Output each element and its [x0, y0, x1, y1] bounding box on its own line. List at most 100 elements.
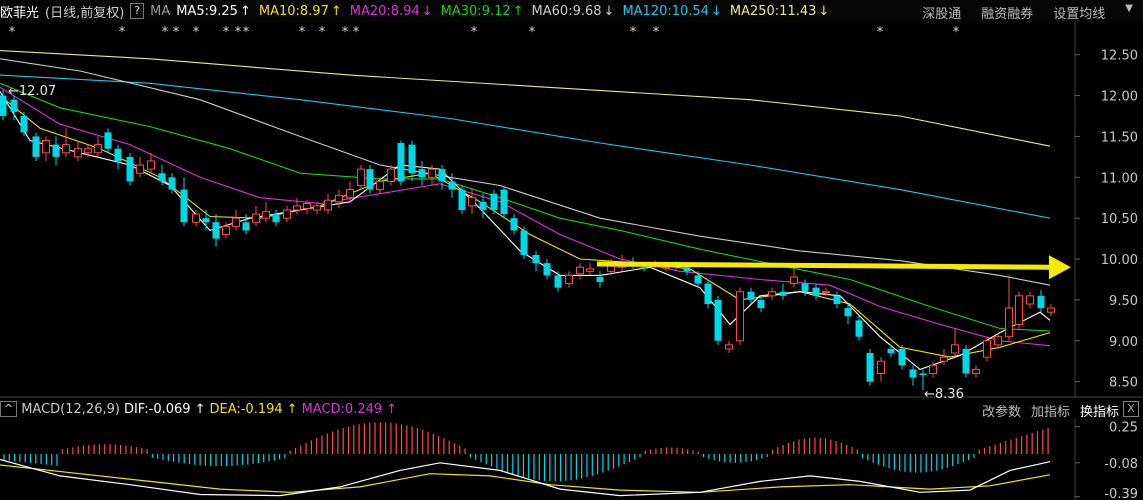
candle-body: [242, 222, 250, 231]
ma-line-3: [0, 82, 1051, 332]
candle-body: [866, 353, 874, 382]
candle-body: [822, 291, 830, 294]
candle: [126, 152, 134, 186]
y-tick-label: 11.50: [1101, 130, 1138, 145]
stock-name[interactable]: 欧菲光: [0, 2, 39, 21]
candle-body: [283, 209, 291, 219]
macd-value: MACD:0.249: [301, 401, 383, 417]
macd-header: ^ MACD(12,26,9) DIF:-0.069 ↑ DEA:-0.194 …: [0, 399, 1143, 419]
candle: [212, 214, 220, 247]
macd-name[interactable]: MACD(12,26,9): [21, 402, 120, 417]
candle: [397, 140, 405, 186]
tab-margin[interactable]: 融资融券: [981, 3, 1033, 22]
candle-body: [479, 201, 487, 210]
candle: [866, 348, 874, 386]
candle: [262, 201, 270, 223]
candle: [779, 283, 787, 300]
event-marker: *: [319, 25, 326, 40]
candle: [500, 185, 508, 219]
tab-set-ma[interactable]: 设置均线: [1053, 3, 1105, 22]
candle-body: [714, 299, 722, 341]
candle: [532, 250, 540, 272]
candle: [812, 283, 820, 300]
candle-body: [929, 364, 937, 374]
macd-chart[interactable]: 0.25 -0.08 -0.39: [0, 419, 1143, 500]
candle: [940, 348, 948, 366]
candle: [324, 193, 332, 215]
candle-body: [801, 283, 809, 292]
candlestick-chart[interactable]: 8.50 9.00 9.50 10.00 10.50 11.00 11.50 12.00 12.…: [0, 22, 1143, 398]
candle: [376, 177, 384, 194]
candle-body: [565, 274, 573, 285]
tab-hk-connect[interactable]: 深股通: [922, 3, 961, 22]
candle: [887, 344, 895, 358]
candle-body: [1005, 307, 1013, 338]
event-marker: *: [877, 25, 884, 40]
candle: [833, 291, 841, 309]
ma-value-0: MA5:9.25: [176, 3, 238, 19]
candle-body: [10, 99, 18, 112]
change-indicator-button[interactable]: 换指标: [1080, 401, 1119, 420]
candle: [458, 185, 466, 215]
close-icon[interactable]: X: [1123, 401, 1139, 417]
candle-body: [346, 189, 354, 199]
ma-label[interactable]: MA: [150, 4, 170, 19]
candle-body: [683, 267, 691, 272]
candle-body: [136, 164, 144, 174]
candle: [962, 344, 970, 378]
candle-body: [554, 275, 562, 288]
candle-body: [855, 320, 863, 337]
y-tick-label: 9.50: [1109, 294, 1138, 309]
y-tick-label: 12.00: [1101, 90, 1138, 105]
candle-body: [94, 144, 102, 154]
chart-header: 欧菲光 (日线,前复权) ? MA MA5:9.25 ↑ MA10:8.97 ↑ MA2…: [0, 0, 1143, 22]
modify-params-button[interactable]: 改参数: [982, 401, 1021, 420]
candle-body: [428, 168, 436, 178]
candle-body: [983, 340, 991, 358]
ma-arrow-icon-1: ↑: [330, 3, 342, 19]
candle: [1005, 275, 1013, 341]
y-tick-label: 9.00: [1109, 335, 1138, 350]
candle-body: [272, 214, 280, 223]
dea-arrow-icon: ↑: [286, 401, 298, 417]
candle: [757, 295, 765, 313]
candle-body: [357, 168, 365, 186]
candle-body: [42, 140, 50, 154]
ma-line-4: [0, 86, 1051, 347]
candle: [704, 279, 712, 309]
candle-body: [158, 173, 166, 182]
y-tick-label: 10.00: [1101, 253, 1138, 268]
macd-toggle-button[interactable]: ^: [0, 401, 18, 417]
chevron-down-icon[interactable]: ▼: [1125, 3, 1133, 22]
dif-value: DIF:-0.069: [123, 401, 191, 417]
candle: [576, 263, 584, 280]
candle-body: [919, 373, 927, 376]
candle-body: [366, 169, 374, 190]
macd-tick-label: -0.08: [1104, 457, 1138, 472]
ma-line-0: [0, 50, 1051, 147]
candle: [909, 365, 917, 386]
event-marker: *: [223, 25, 230, 40]
candle: [32, 132, 40, 161]
candle-body: [202, 218, 210, 223]
add-indicator-button[interactable]: 加指标: [1031, 401, 1070, 420]
candle-body: [694, 275, 702, 284]
candle-body: [335, 194, 343, 203]
ma-arrow-icon-4: ↓: [603, 3, 615, 19]
candle-body: [252, 213, 260, 223]
candle-body: [232, 217, 240, 227]
candle-body: [532, 254, 540, 264]
candle: [596, 271, 604, 288]
candle: [510, 214, 518, 235]
candle-body: [768, 291, 776, 297]
candle: [951, 328, 959, 358]
trend-arrow-line: [596, 261, 1053, 270]
period-label[interactable]: (日线,前复权): [45, 2, 124, 21]
help-button[interactable]: ?: [130, 3, 145, 19]
candle-body: [596, 277, 604, 282]
candle: [387, 165, 395, 186]
macd-tick-label: -0.39: [1104, 487, 1138, 500]
event-marker: *: [299, 25, 306, 40]
ma-arrow-icon-0: ↑: [239, 3, 251, 19]
ma-value-1: MA10:8.97: [258, 3, 329, 19]
